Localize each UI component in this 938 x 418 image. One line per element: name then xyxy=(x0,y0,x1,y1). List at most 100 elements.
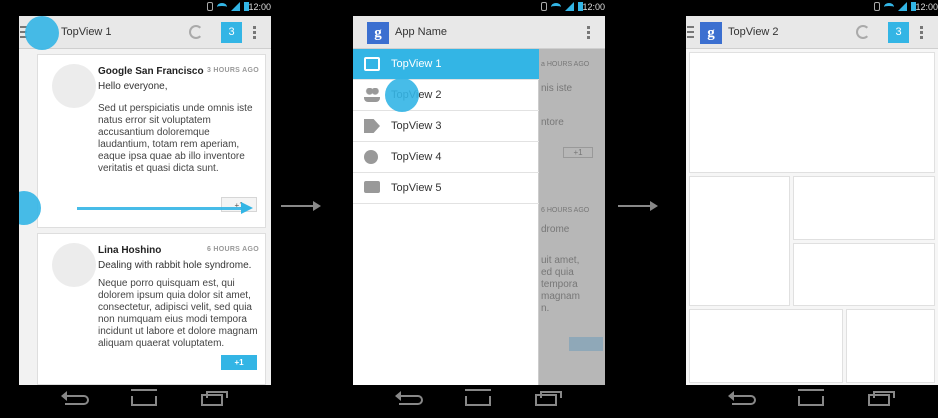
home-icon[interactable] xyxy=(465,396,491,406)
refresh-icon[interactable] xyxy=(856,25,870,39)
wifi-icon xyxy=(884,2,894,11)
ghost-text: nis iste xyxy=(541,83,573,94)
ghost-text: ed quia xyxy=(541,267,574,278)
action-bar: g TopView 2 3 xyxy=(686,16,938,49)
plus-one-button[interactable]: +1 xyxy=(221,355,257,370)
info-icon xyxy=(364,150,378,164)
post-lead: Hello everyone, xyxy=(98,81,168,92)
content-tile[interactable] xyxy=(689,309,843,383)
transition-arrow-icon xyxy=(618,201,658,211)
phone-topview-2: 12:00 g TopView 2 3 xyxy=(686,0,938,418)
recents-icon[interactable] xyxy=(868,391,895,406)
swipe-arrow-icon xyxy=(241,202,253,214)
ghost-text: ntore xyxy=(541,117,564,128)
action-bar: g App Name xyxy=(353,16,605,49)
drawer-item-label: TopView 3 xyxy=(391,120,442,132)
home-icon[interactable] xyxy=(131,396,157,406)
screen: g TopView 2 3 xyxy=(686,16,938,385)
swipe-gesture-line xyxy=(77,207,247,210)
drawer-item-label: TopView 4 xyxy=(391,151,442,163)
ghost-text: tempora xyxy=(541,279,578,290)
ghost-text: n. xyxy=(541,303,550,314)
tap-indicator xyxy=(25,16,59,50)
chat-icon xyxy=(364,181,380,193)
system-nav-bar xyxy=(353,385,605,418)
wifi-icon xyxy=(217,2,227,11)
notification-count-button[interactable]: 3 xyxy=(888,22,909,43)
ghost-text: +1 xyxy=(563,147,593,158)
status-time: 12:00 xyxy=(248,2,271,12)
ghost-button xyxy=(569,337,603,351)
ghost-text: uit amet, xyxy=(541,255,580,266)
back-icon[interactable] xyxy=(395,391,423,405)
overflow-menu-icon[interactable] xyxy=(587,26,590,39)
overflow-menu-icon[interactable] xyxy=(253,26,256,39)
ghost-text: a HOURS AGO xyxy=(541,61,590,68)
phone-topview-1: 12:00 TopView 1 3 Google San Francisco 3… xyxy=(19,0,271,418)
status-time: 12:00 xyxy=(915,2,938,12)
content-tile[interactable] xyxy=(689,176,790,306)
drawer-item-topview-1[interactable]: TopView 1 xyxy=(353,49,539,80)
avatar[interactable] xyxy=(52,243,96,287)
post-body: Sed ut perspiciatis unde omnis iste natu… xyxy=(98,103,253,174)
notification-count-button[interactable]: 3 xyxy=(221,22,242,43)
app-logo-icon[interactable]: g xyxy=(367,22,389,44)
refresh-icon[interactable] xyxy=(189,25,203,39)
status-bar: 12:00 xyxy=(353,0,605,16)
signal-icon xyxy=(565,2,574,11)
status-bar: 12:00 xyxy=(19,0,271,16)
drawer-item-label: TopView 1 xyxy=(391,58,442,70)
home-icon[interactable] xyxy=(798,396,824,406)
page-title: TopView 1 xyxy=(61,26,112,38)
post-author[interactable]: Lina Hoshino xyxy=(98,245,161,256)
post-card: Google San Francisco 3 HOURS AGO Hello e… xyxy=(37,54,266,228)
bluetooth-icon xyxy=(541,2,547,11)
tutorial-scene: 12:00 TopView 1 3 Google San Francisco 3… xyxy=(0,0,938,418)
drawer-item-topview-5[interactable]: TopView 5 xyxy=(353,173,539,204)
drawer-item-label: TopView 5 xyxy=(391,182,442,194)
avatar[interactable] xyxy=(52,64,96,108)
content-tile[interactable] xyxy=(846,309,935,383)
signal-icon xyxy=(231,2,240,11)
content-tile[interactable] xyxy=(689,52,935,173)
post-time: 6 HOURS AGO xyxy=(206,246,259,253)
content-tile[interactable] xyxy=(793,243,935,306)
tag-icon xyxy=(364,119,380,133)
recents-icon[interactable] xyxy=(201,391,228,406)
app-logo-icon[interactable]: g xyxy=(700,22,722,44)
dimmed-content: a HOURS AGO nis iste ntore +1 6 HOURS AG… xyxy=(539,49,605,385)
navigation-drawer: TopView 1 TopView 2 TopView 3 TopView 4 … xyxy=(353,49,539,385)
content-tile[interactable] xyxy=(793,176,935,240)
wifi-icon xyxy=(551,2,561,11)
bluetooth-icon xyxy=(874,2,880,11)
drawer-indicator-icon[interactable] xyxy=(687,26,694,38)
recents-icon[interactable] xyxy=(535,391,562,406)
phone-navigation-drawer: 12:00 g App Name a HOURS AGO nis iste nt… xyxy=(353,0,605,418)
inbox-icon xyxy=(364,57,380,71)
overflow-menu-icon[interactable] xyxy=(920,26,923,39)
post-author[interactable]: Google San Francisco xyxy=(98,66,204,77)
drawer-item-topview-2[interactable]: TopView 2 xyxy=(353,80,539,111)
tap-indicator xyxy=(385,78,419,112)
drawer-item-topview-3[interactable]: TopView 3 xyxy=(353,111,539,142)
transition-arrow-icon xyxy=(281,201,321,211)
drawer-item-topview-4[interactable]: TopView 4 xyxy=(353,142,539,173)
screen: g App Name a HOURS AGO nis iste ntore +1… xyxy=(353,16,605,385)
back-icon[interactable] xyxy=(728,391,756,405)
app-name: App Name xyxy=(395,26,447,38)
tile-grid xyxy=(686,49,938,385)
bluetooth-icon xyxy=(207,2,213,11)
system-nav-bar xyxy=(686,385,938,418)
post-time: 3 HOURS AGO xyxy=(206,67,259,74)
post-card: Lina Hoshino 6 HOURS AGO Dealing with ra… xyxy=(37,233,266,385)
back-icon[interactable] xyxy=(61,391,89,405)
post-lead: Dealing with rabbit hole syndrome. xyxy=(98,260,252,271)
people-icon xyxy=(364,88,380,102)
status-bar: 12:00 xyxy=(686,0,938,16)
screen: TopView 1 3 Google San Francisco 3 HOURS… xyxy=(19,16,271,385)
ghost-text: magnam xyxy=(541,291,580,302)
signal-icon xyxy=(898,2,907,11)
status-time: 12:00 xyxy=(582,2,605,12)
ghost-text: drome xyxy=(541,224,570,235)
ghost-text: 6 HOURS AGO xyxy=(541,207,590,214)
